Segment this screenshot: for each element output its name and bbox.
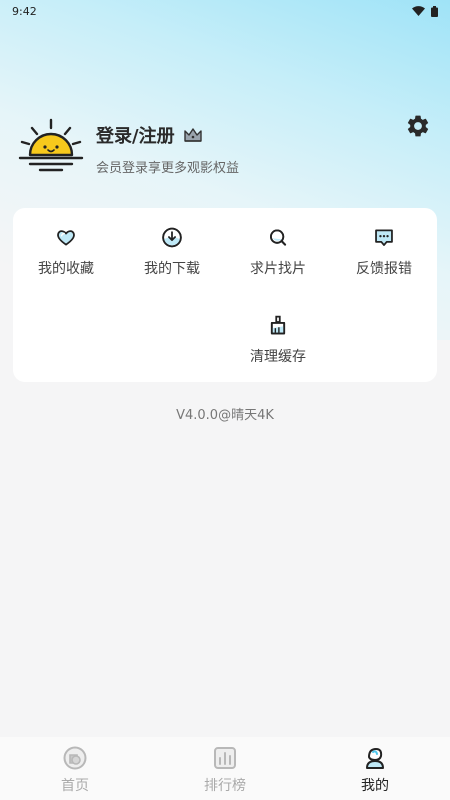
tab-label-home: 首页: [61, 778, 89, 794]
search-icon: [270, 229, 287, 246]
app-version-text: V4.0.0@晴天4K: [176, 408, 274, 423]
login-register-link[interactable]: 登录/注册: [96, 122, 175, 148]
menu-label-favorites: 我的收藏: [38, 261, 94, 277]
crown-icon: [183, 128, 202, 142]
tab-profile[interactable]: 我的: [300, 737, 450, 800]
status-time: 9:42: [12, 4, 37, 18]
heart-icon: [57, 230, 75, 246]
menu-item-favorites[interactable]: 我的收藏: [13, 208, 119, 278]
profile-header[interactable]: 登录/注册 会员登录享更多观影权益: [18, 116, 432, 176]
ranking-icon: [214, 747, 236, 769]
profile-text: 登录/注册 会员登录享更多观影权益: [96, 116, 239, 176]
status-bar: 9:42: [0, 0, 450, 22]
tab-ranking[interactable]: 排行榜: [150, 737, 300, 800]
wifi-icon: [412, 6, 425, 16]
menu-item-feedback[interactable]: 反馈报错: [331, 208, 437, 278]
menu-label-request: 求片找片: [250, 261, 306, 277]
menu-item-downloads[interactable]: 我的下载: [119, 208, 225, 278]
menu-label-feedback: 反馈报错: [356, 261, 412, 277]
feedback-chat-icon: [375, 229, 393, 246]
broom-icon: [270, 315, 286, 335]
gear-icon: [407, 115, 429, 137]
settings-button[interactable]: [404, 112, 432, 140]
download-icon: [162, 227, 182, 248]
profile-icon: [366, 747, 384, 769]
home-icon: [63, 746, 87, 770]
battery-icon: [431, 5, 438, 17]
tab-label-profile: 我的: [361, 778, 389, 794]
menu-label-downloads: 我的下载: [144, 261, 200, 277]
sun-avatar-icon: [18, 118, 84, 172]
bottom-tab-bar: 首页 排行榜 我的: [0, 737, 450, 800]
menu-item-request[interactable]: 求片找片: [225, 208, 331, 278]
tab-home[interactable]: 首页: [0, 737, 150, 800]
menu-label-clear-cache: 清理缓存: [250, 349, 306, 365]
menu-item-clear-cache[interactable]: 清理缓存: [225, 296, 331, 366]
function-menu-card: 我的收藏 我的下载 求片找片 反馈报错 清理缓存: [13, 208, 437, 382]
status-icons: [412, 5, 438, 17]
login-row: 登录/注册: [96, 122, 239, 148]
member-benefit-subtitle: 会员登录享更多观影权益: [96, 161, 240, 176]
tab-label-ranking: 排行榜: [204, 778, 246, 794]
